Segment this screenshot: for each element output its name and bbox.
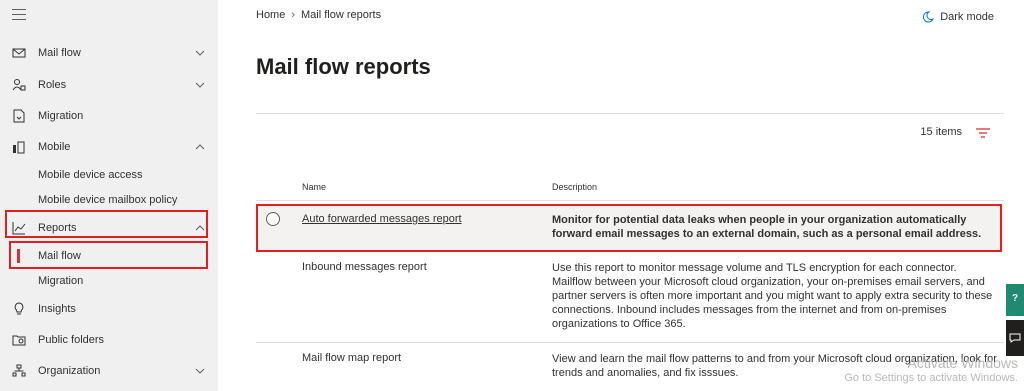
chevron-up-icon	[195, 144, 205, 150]
mail-flow-highlight-box	[9, 241, 208, 269]
sidebar-item-mail-flow[interactable]: Mail flow	[0, 40, 218, 66]
sidebar-subitem-label: Mobile device mailbox policy	[38, 194, 178, 206]
sidebar-item-label: Mail flow	[38, 47, 81, 59]
sidebar-subitem-label: Mobile device access	[38, 169, 143, 181]
header-divider	[256, 200, 1004, 201]
filter-icon[interactable]	[976, 128, 990, 138]
migration-icon	[11, 108, 27, 124]
report-name[interactable]: Mail flow map report	[302, 352, 401, 364]
help-icon: ?	[1011, 293, 1019, 304]
organization-icon	[11, 363, 27, 379]
table-row[interactable]: Inbound messages report Use this report …	[256, 258, 1004, 338]
sidebar-item-roles[interactable]: Roles	[0, 72, 218, 98]
main-content: Home › Mail flow reports Dark mode Mail …	[218, 0, 1024, 391]
feedback-icon	[1009, 333, 1021, 343]
items-count: 15 items	[920, 126, 962, 138]
reports-highlight-box	[5, 210, 208, 238]
sidebar: Mail flow Roles Migration Mobile Mobile …	[0, 0, 218, 391]
column-header-name[interactable]: Name	[302, 182, 326, 192]
column-header-description[interactable]: Description	[552, 182, 597, 192]
mobile-icon	[11, 139, 27, 155]
table-row[interactable]: Mail flow map report View and learn the …	[256, 350, 1004, 390]
sidebar-item-insights[interactable]: Insights	[0, 296, 218, 322]
roles-icon	[11, 77, 27, 93]
report-description: Use this report to monitor message volum…	[552, 262, 993, 330]
dark-mode-label: Dark mode	[940, 11, 994, 23]
breadcrumb-separator-icon: ›	[291, 9, 296, 21]
hamburger-menu-icon[interactable]	[12, 9, 26, 21]
chevron-down-icon	[195, 82, 205, 88]
watermark-subtitle: Go to Settings to activate Windows.	[844, 372, 1018, 384]
sidebar-item-label: Migration	[38, 110, 84, 122]
feedback-side-tab[interactable]	[1006, 320, 1024, 356]
sidebar-subitem-mobile-device-access[interactable]: Mobile device access	[0, 164, 218, 186]
mail-icon	[11, 45, 27, 61]
row-divider	[256, 342, 1004, 343]
sidebar-subitem-migration[interactable]: Migration	[0, 270, 218, 292]
moon-icon	[923, 11, 935, 23]
dark-mode-toggle[interactable]: Dark mode	[922, 11, 994, 23]
chevron-down-icon	[195, 368, 205, 374]
sidebar-subitem-label: Migration	[38, 275, 84, 287]
sidebar-item-mobile[interactable]: Mobile	[0, 134, 218, 160]
breadcrumb-home[interactable]: Home	[256, 9, 285, 21]
sidebar-subitem-mobile-device-mailbox-policy[interactable]: Mobile device mailbox policy	[0, 189, 218, 211]
chevron-down-icon	[195, 50, 205, 56]
breadcrumb: Home › Mail flow reports	[256, 9, 381, 21]
sidebar-item-label: Insights	[38, 303, 76, 315]
sidebar-item-migration[interactable]: Migration	[0, 103, 218, 129]
help-side-tab[interactable]: ?	[1006, 284, 1024, 316]
sidebar-item-label: Public folders	[38, 334, 105, 346]
page-title: Mail flow reports	[256, 54, 431, 79]
public-folders-icon	[11, 332, 27, 348]
insights-icon	[11, 301, 27, 317]
sidebar-item-public-folders[interactable]: Public folders	[0, 327, 218, 353]
sidebar-item-label: Organization	[38, 365, 101, 377]
divider	[256, 113, 1004, 114]
sidebar-item-label: Roles	[38, 79, 67, 91]
selected-row-highlight-box	[256, 204, 1002, 252]
sidebar-item-label: Mobile	[38, 141, 71, 153]
watermark-title: Activate Windows	[907, 355, 1018, 371]
breadcrumb-current: Mail flow reports	[301, 9, 382, 21]
sidebar-item-organization[interactable]: Organization	[0, 358, 218, 384]
report-name[interactable]: Inbound messages report	[302, 261, 427, 273]
